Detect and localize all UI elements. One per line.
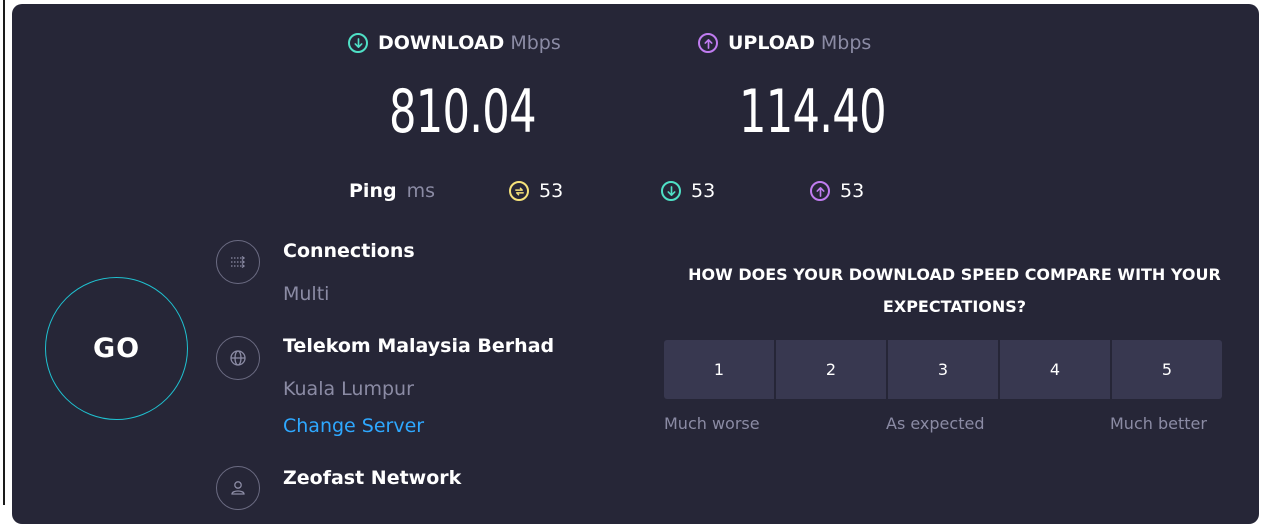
upload-header: UPLOAD Mbps bbox=[698, 32, 871, 54]
rating-option-5[interactable]: 5 bbox=[1112, 340, 1222, 399]
rating-label-mid: As expected bbox=[886, 414, 985, 433]
provider-name: Zeofast Network bbox=[283, 467, 462, 489]
ping-download: 53 bbox=[661, 180, 715, 202]
survey-question: HOW DOES YOUR DOWNLOAD SPEED COMPARE WIT… bbox=[688, 265, 1221, 316]
ping-idle-value: 53 bbox=[539, 180, 564, 202]
ping-unit: ms bbox=[406, 180, 435, 202]
speedtest-panel: DOWNLOAD Mbps 810.04 UPLOAD Mbps 114.40 … bbox=[12, 4, 1259, 524]
download-arrow-icon bbox=[348, 33, 368, 53]
upload-unit: Mbps bbox=[820, 32, 872, 54]
download-unit: Mbps bbox=[510, 32, 561, 54]
rating-option-3[interactable]: 3 bbox=[888, 340, 998, 399]
rating-option-4[interactable]: 4 bbox=[1000, 340, 1110, 399]
server-name: Telekom Malaysia Berhad bbox=[283, 335, 555, 357]
ping-upload-icon bbox=[810, 181, 830, 201]
change-server-link[interactable]: Change Server bbox=[283, 415, 424, 437]
ping-download-value: 53 bbox=[691, 180, 716, 202]
rating-scale: 1 2 3 4 5 bbox=[664, 340, 1222, 399]
connections-icon bbox=[216, 240, 260, 284]
ping-idle-icon bbox=[509, 181, 529, 201]
user-icon bbox=[216, 466, 260, 510]
download-header: DOWNLOAD Mbps bbox=[348, 32, 561, 54]
server-location: Kuala Lumpur bbox=[283, 378, 414, 400]
ping-label: Ping bbox=[349, 180, 397, 202]
ping-idle: 53 bbox=[509, 180, 563, 202]
rating-label-high: Much better bbox=[1110, 414, 1207, 433]
upload-arrow-icon bbox=[698, 33, 718, 53]
upload-value: 114.40 bbox=[739, 77, 887, 147]
go-button[interactable]: GO bbox=[45, 277, 188, 420]
rating-label-low: Much worse bbox=[664, 414, 760, 433]
download-label: DOWNLOAD bbox=[378, 32, 505, 54]
ping-label-group: Ping ms bbox=[349, 180, 435, 202]
rating-option-2[interactable]: 2 bbox=[776, 340, 886, 399]
connections-value: Multi bbox=[283, 283, 330, 305]
download-value: 810.04 bbox=[389, 77, 537, 147]
globe-icon bbox=[216, 336, 260, 380]
ping-upload: 53 bbox=[810, 180, 864, 202]
upload-label: UPLOAD bbox=[728, 32, 815, 54]
window-edge bbox=[3, 0, 5, 505]
ping-download-icon bbox=[661, 181, 681, 201]
rating-option-1[interactable]: 1 bbox=[664, 340, 774, 399]
connections-title: Connections bbox=[283, 240, 415, 262]
ping-upload-value: 53 bbox=[840, 180, 865, 202]
